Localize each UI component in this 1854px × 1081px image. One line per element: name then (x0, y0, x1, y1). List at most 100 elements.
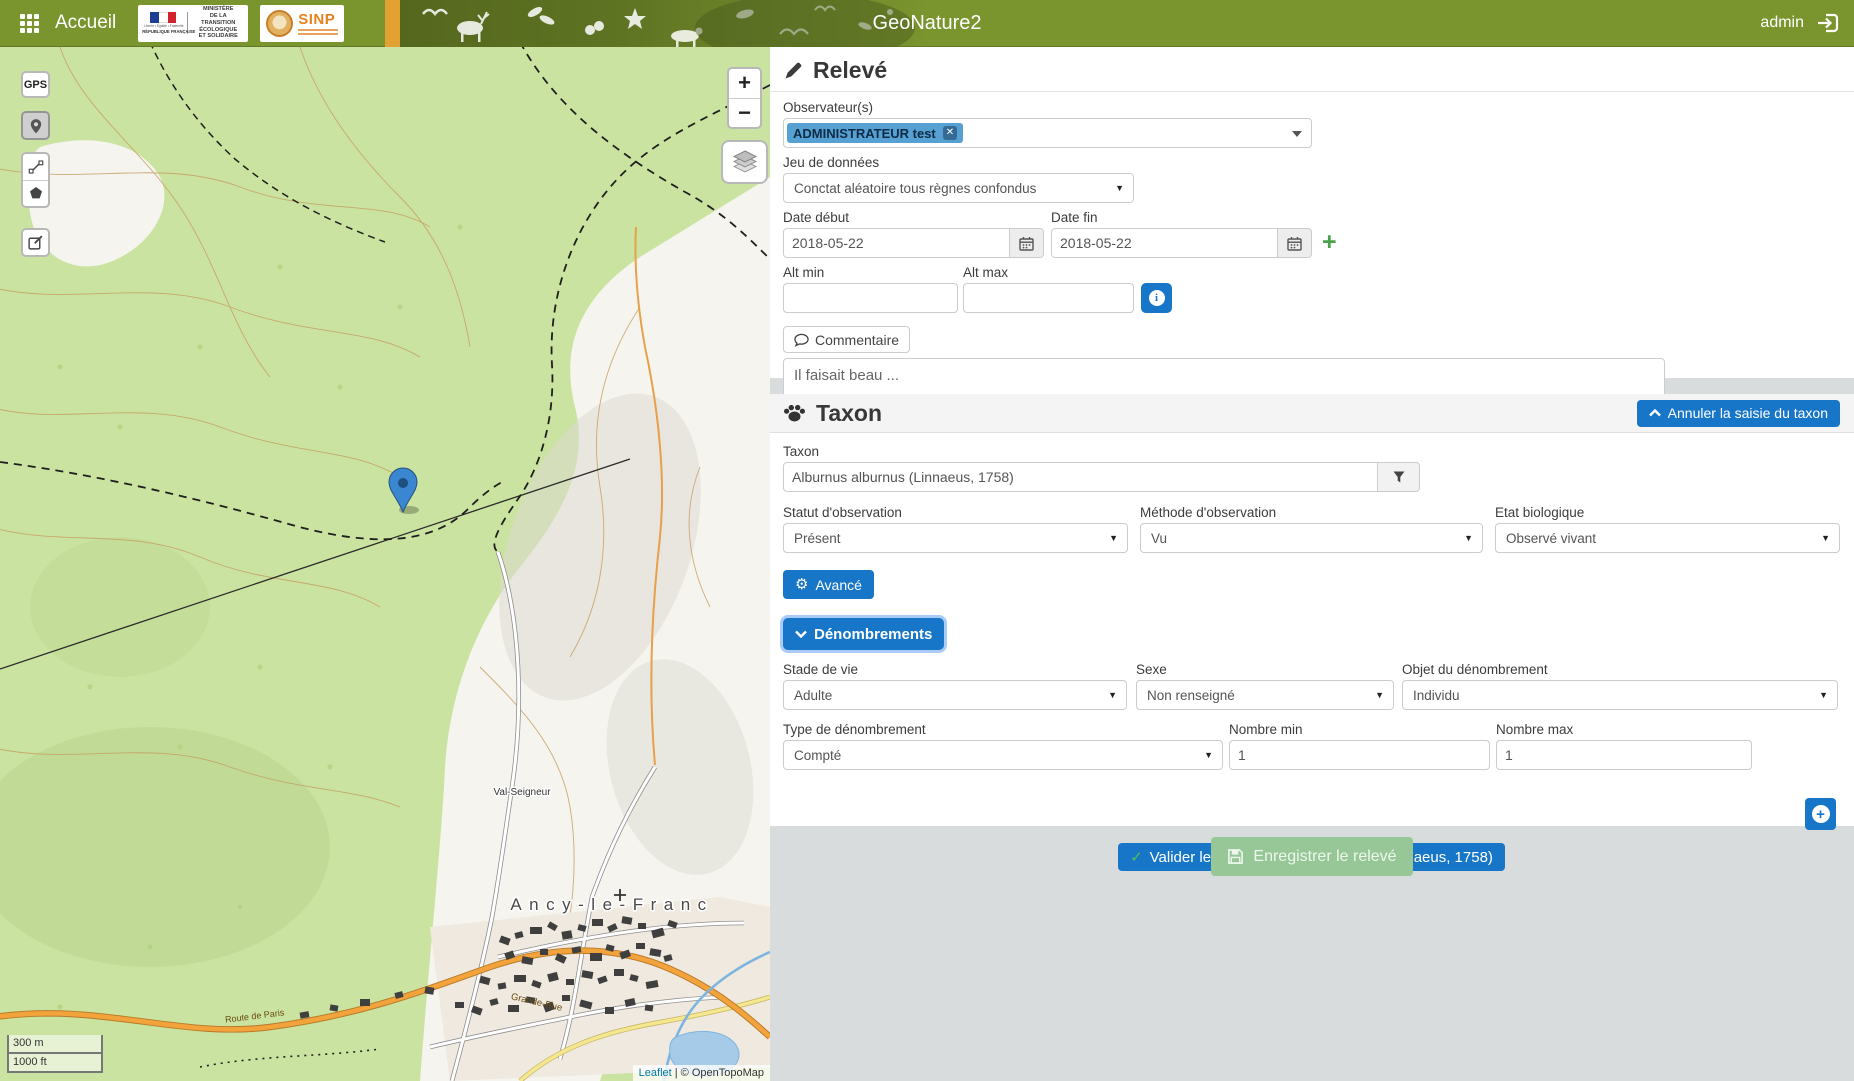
geonature-app: Accueil Liberté • Égalité • Fraternité R… (0, 0, 1854, 1081)
advanced-label: Avancé (815, 576, 862, 593)
home-link[interactable]: Accueil (55, 12, 116, 34)
sinp-emblem-icon (266, 9, 294, 37)
leaflet-link[interactable]: Leaflet (639, 1067, 672, 1079)
taxon-title: Taxon (816, 399, 883, 426)
dataset-select[interactable]: Conctat aléatoire tous règnes confondus … (783, 173, 1134, 203)
sinp-subtext (298, 28, 339, 35)
nombre-min-label: Nombre min (1229, 722, 1303, 737)
add-date-icon[interactable]: + (1322, 230, 1337, 255)
town-label: Ancy-le-Franc (510, 895, 713, 914)
sexe-select[interactable]: Non renseigné ▼ (1136, 680, 1394, 710)
leaflet-map[interactable]: Ancy-le-Franc Grande-Rue Route de Paris … (0, 47, 770, 1081)
map-scale: 300 m 1000 ft (7, 1035, 103, 1073)
chip-remove-icon[interactable]: ✕ (942, 126, 958, 140)
flag-motto: Liberté • Égalité • Fraternité (144, 24, 184, 29)
statut-label: Statut d'observation (783, 505, 902, 520)
comment-toggle-button[interactable]: Commentaire (783, 326, 911, 353)
nombre-max-input[interactable] (1496, 740, 1752, 770)
comment-button-label: Commentaire (815, 331, 900, 348)
advanced-button[interactable]: ⚙ Avancé (783, 570, 874, 599)
altitude-info-button[interactable]: i (1141, 283, 1172, 313)
nombre-min-input[interactable] (1229, 740, 1490, 770)
hamlet-label: Val-Seigneur (493, 787, 551, 798)
type-denombrement-select[interactable]: Compté ▼ (783, 740, 1223, 770)
observer-chip: ADMINISTRATEUR test ✕ (787, 123, 964, 143)
place-marker-button[interactable] (21, 111, 50, 140)
date-start-calendar-button[interactable] (1010, 228, 1044, 258)
logout-icon[interactable] (1816, 12, 1840, 34)
stade-select[interactable]: Adulte ▼ (783, 680, 1127, 710)
taxon-label: Taxon (783, 444, 820, 459)
top-navbar: Accueil Liberté • Égalité • Fraternité R… (0, 0, 1854, 62)
select-arrow-icon: ▼ (1109, 533, 1118, 543)
ministry-logo: Liberté • Égalité • Fraternité RÉPUBLIQU… (138, 4, 249, 42)
releve-section: Relevé Observateur(s) ADMINISTRATEUR tes… (770, 47, 1854, 415)
gps-button[interactable]: GPS (21, 71, 50, 98)
counting-toggle-button[interactable]: Dénombrements (783, 618, 945, 650)
select-arrow-icon: ▼ (1115, 183, 1124, 193)
etat-value: Observé vivant (1506, 530, 1597, 546)
attribution-separator: | (674, 1067, 678, 1079)
observers-label: Observateur(s) (783, 100, 874, 115)
footer-area: Enregistrer le relevé (770, 826, 1854, 1081)
type-denombrement-value: Compté (794, 747, 842, 763)
calendar-icon (1287, 236, 1302, 251)
alt-min-input[interactable] (783, 283, 958, 313)
chevron-down-icon (795, 630, 807, 638)
cancel-taxon-label: Annuler la saisie du taxon (1667, 405, 1828, 421)
statut-select[interactable]: Présent ▼ (783, 523, 1128, 553)
scale-metric: 300 m (7, 1035, 103, 1055)
plus-icon: + (1811, 805, 1830, 823)
methode-value: Vu (1151, 530, 1168, 546)
alt-max-input[interactable] (963, 283, 1134, 313)
alt-max-label: Alt max (963, 265, 1009, 280)
app-title: GeoNature2 (872, 11, 982, 34)
stade-label: Stade de vie (783, 662, 859, 677)
methode-select[interactable]: Vu ▼ (1140, 523, 1483, 553)
type-denombrement-label: Type de dénombrement (783, 722, 926, 737)
observers-multiselect[interactable]: ADMINISTRATEUR test ✕ (783, 118, 1312, 148)
edit-geometry-button[interactable] (21, 228, 50, 257)
counting-title: Dénombrements (814, 625, 933, 643)
nature-banner (385, 0, 930, 62)
french-flag-logo: Liberté • Égalité • Fraternité RÉPUBLIQU… (142, 12, 195, 34)
objet-label: Objet du dénombrement (1402, 662, 1548, 677)
zoom-out-button[interactable]: − (729, 97, 760, 127)
layers-icon (732, 150, 757, 173)
add-counting-button[interactable]: + (1805, 798, 1836, 830)
cancel-taxon-button[interactable]: Annuler la saisie du taxon (1636, 399, 1840, 427)
etat-label: Etat biologique (1495, 505, 1585, 520)
provider-link[interactable]: © OpenTopoMap (681, 1067, 764, 1079)
taxon-search-input[interactable] (783, 462, 1378, 492)
date-start-input[interactable] (783, 228, 1010, 258)
objet-value: Individu (1413, 687, 1460, 703)
pencil-icon (785, 62, 802, 78)
polygon-icon (29, 187, 42, 199)
save-releve-button[interactable]: Enregistrer le relevé (1211, 837, 1413, 876)
date-start-label: Date début (783, 210, 850, 225)
speech-bubble-icon (794, 333, 809, 347)
etat-select[interactable]: Observé vivant ▼ (1495, 523, 1840, 553)
dataset-value: Conctat aléatoire tous règnes confondus (794, 180, 1037, 196)
taxon-filter-button[interactable] (1378, 462, 1420, 492)
draw-polygon-button[interactable] (23, 179, 48, 206)
map-attribution: Leaflet | © OpenTopoMap (632, 1065, 770, 1081)
polyline-icon (28, 160, 43, 174)
date-end-label: Date fin (1051, 210, 1098, 225)
zoom-in-button[interactable]: + (729, 69, 760, 98)
nombre-max-label: Nombre max (1496, 722, 1574, 737)
apps-menu-icon[interactable] (20, 13, 39, 33)
scale-imperial: 1000 ft (7, 1054, 103, 1073)
draw-tools-group (21, 152, 50, 208)
layers-control[interactable] (721, 140, 768, 184)
select-arrow-icon: ▼ (1375, 690, 1384, 700)
alt-min-label: Alt min (783, 265, 825, 280)
objet-select[interactable]: Individu ▼ (1402, 680, 1838, 710)
calendar-icon (1019, 236, 1034, 251)
date-end-calendar-button[interactable] (1278, 228, 1312, 258)
edit-icon (28, 235, 43, 250)
date-end-input[interactable] (1051, 228, 1278, 258)
info-icon: i (1148, 290, 1165, 306)
draw-polyline-button[interactable] (23, 154, 48, 180)
map-canvas[interactable]: Ancy-le-Franc Grande-Rue Route de Paris … (0, 47, 770, 1081)
